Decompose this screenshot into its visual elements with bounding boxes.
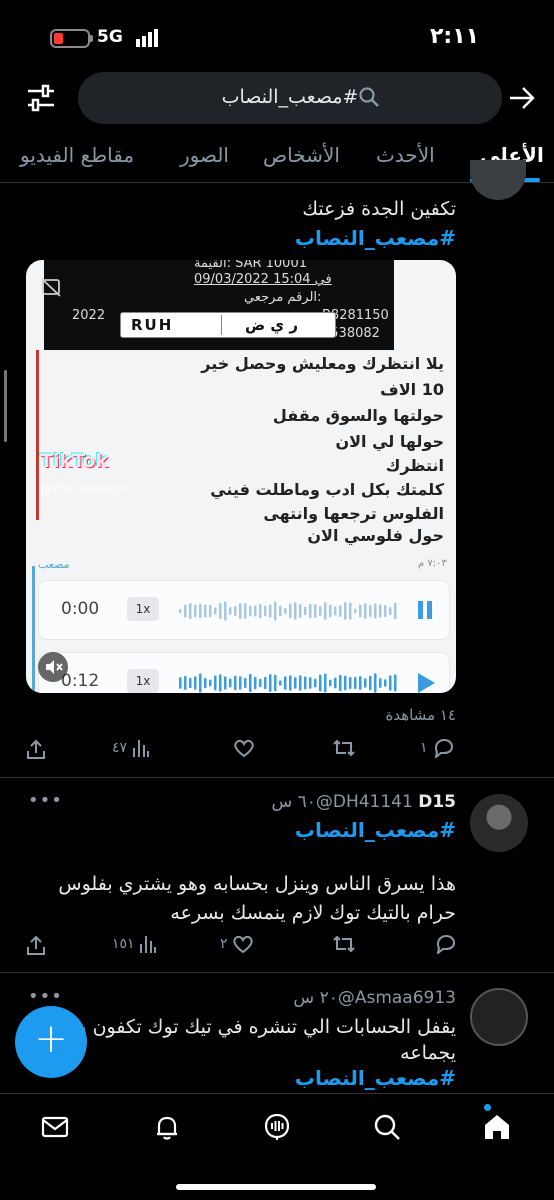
chat-line: انتظرك (385, 456, 444, 475)
tiktok-watermark: TikTok (40, 450, 109, 472)
spaces-icon[interactable] (262, 1112, 292, 1142)
views-button[interactable]: ٤٧ (112, 738, 150, 758)
views-count: ١٥١ (112, 936, 135, 952)
network-label: 5G (97, 27, 123, 47)
search-icon (359, 87, 379, 107)
tab-latest[interactable]: الأحدث (376, 143, 435, 167)
mail-icon[interactable] (40, 1112, 70, 1142)
retweet-button[interactable] (332, 934, 356, 954)
chat-time: ٧:٠٣ م (418, 558, 447, 569)
chat-line: يلا انتظرك ومعليش وحصل خير (201, 354, 444, 373)
tweet-divider (0, 972, 554, 973)
chat-line: 10 الاف (380, 380, 444, 399)
chat-sender: مصعب (38, 558, 70, 571)
tweet-author[interactable]: D15 (418, 792, 456, 812)
retweet-icon (333, 935, 355, 953)
chat-line: حولتها والسوق مقفل (272, 406, 444, 425)
reply-icon (434, 738, 453, 760)
views-count: ٤٧ (112, 740, 128, 756)
scrollbar[interactable] (4, 370, 7, 442)
notification-dot (484, 1104, 491, 1111)
voice-note: 0:12 1x (38, 652, 450, 693)
more-options-icon[interactable]: ••• (28, 790, 63, 811)
receipt-image: القيمة: SAR 10001 في 15:04 09/03/2022 ال… (44, 260, 394, 350)
like-button[interactable]: ٢ (220, 934, 254, 954)
search-nav-icon[interactable] (372, 1112, 402, 1142)
tweet-text: حرام بالتيك توك لازم ينمسك بسرعه (170, 902, 456, 924)
filter-icon[interactable] (26, 84, 56, 112)
reply-icon (436, 934, 456, 956)
chat-line: حولها لي الان (335, 432, 444, 451)
share-button[interactable] (26, 934, 46, 956)
bell-icon[interactable] (152, 1112, 182, 1142)
share-icon (27, 739, 45, 759)
tweet-header: ٦٠ س@DH41141 D15 (271, 792, 456, 812)
analytics-icon (132, 740, 149, 757)
retweet-button[interactable] (332, 738, 356, 758)
waveform-icon (179, 673, 397, 693)
signal-icon (136, 29, 158, 47)
tabs-divider (0, 182, 554, 183)
tweet-header: ٢٠ س@Asmaa6913 (293, 988, 456, 1008)
share-button[interactable] (26, 738, 46, 760)
compose-button[interactable]: + (15, 1006, 87, 1078)
plus-icon: + (34, 1016, 68, 1062)
tab-videos[interactable]: مقاطع الفيديو (20, 143, 134, 167)
heart-icon (233, 935, 253, 954)
view-count: ١٤ مشاهدة (385, 706, 456, 724)
views-button[interactable]: ١٥١ (112, 934, 157, 954)
license-plate: RUH ر ي ض (120, 312, 336, 338)
tab-people[interactable]: الأشخاص (263, 143, 340, 167)
battery-icon (50, 29, 93, 48)
back-arrow-icon[interactable] (508, 86, 536, 110)
chat-line: الفلوس ترجعها وانتهى (263, 504, 444, 523)
home-icon[interactable] (482, 1112, 512, 1142)
waveform-icon (179, 601, 397, 621)
tweet-divider (0, 777, 554, 778)
like-count: ٢ (220, 936, 228, 952)
reply-count: ١ (420, 740, 428, 756)
mute-icon[interactable] (38, 652, 68, 682)
like-button[interactable] (233, 738, 255, 758)
search-input[interactable]: #مصعب_النصاب (78, 72, 502, 124)
tweet-text: هذا يسرق الناس وينزل بحسابه وهو يشتري بف… (58, 873, 456, 895)
tweet-handle[interactable]: @Asmaa6913 (338, 988, 456, 1008)
quote-line (36, 350, 39, 520)
avatar[interactable] (470, 160, 526, 200)
heart-icon (234, 739, 254, 758)
tweet-time: ٦٠ س (271, 792, 316, 812)
reply-button[interactable]: ١ (420, 738, 454, 760)
tweet-text: يقفل الحسابات الي تنشره في تيك توك تكفون… (71, 1016, 456, 1038)
tweet-text: يجماعه (400, 1042, 456, 1064)
avatar[interactable] (470, 988, 528, 1046)
home-indicator[interactable] (176, 1184, 376, 1190)
voice-thread-line (32, 566, 35, 693)
analytics-icon (140, 936, 157, 953)
voice-note: 0:00 1x (38, 580, 450, 640)
avatar[interactable] (470, 794, 528, 852)
reply-button[interactable] (434, 934, 456, 956)
image-off-icon (41, 278, 61, 297)
tweet-time: ٢٠ س (293, 988, 338, 1008)
more-options-icon[interactable]: ••• (28, 986, 63, 1007)
tweet-hashtag[interactable]: #مصعب_النصاب (295, 818, 456, 842)
tweet-handle[interactable]: @DH41141 (316, 792, 413, 812)
tab-photos[interactable]: الصور (180, 143, 229, 167)
tweet-text: تكفين الجدة فزعتك (302, 198, 456, 220)
pause-icon (418, 601, 432, 619)
chat-line: كلمتك بكل ادب وماطلت فيني (210, 480, 444, 499)
tweet-hashtag[interactable]: #مصعب_النصاب (295, 226, 456, 250)
search-query: #مصعب_النصاب (221, 86, 359, 108)
share-icon (27, 935, 45, 955)
status-time: ٢:١١ (430, 24, 480, 49)
chat-line: حول فلوسي الان (307, 526, 444, 545)
tweet-media-video[interactable]: القيمة: SAR 10001 في 15:04 09/03/2022 ال… (26, 260, 456, 693)
play-icon (418, 673, 435, 693)
tiktok-username: @zhir.dilaaajmi (40, 482, 132, 496)
retweet-icon (333, 739, 355, 757)
tweet-hashtag[interactable]: #مصعب_النصاب (295, 1066, 456, 1090)
